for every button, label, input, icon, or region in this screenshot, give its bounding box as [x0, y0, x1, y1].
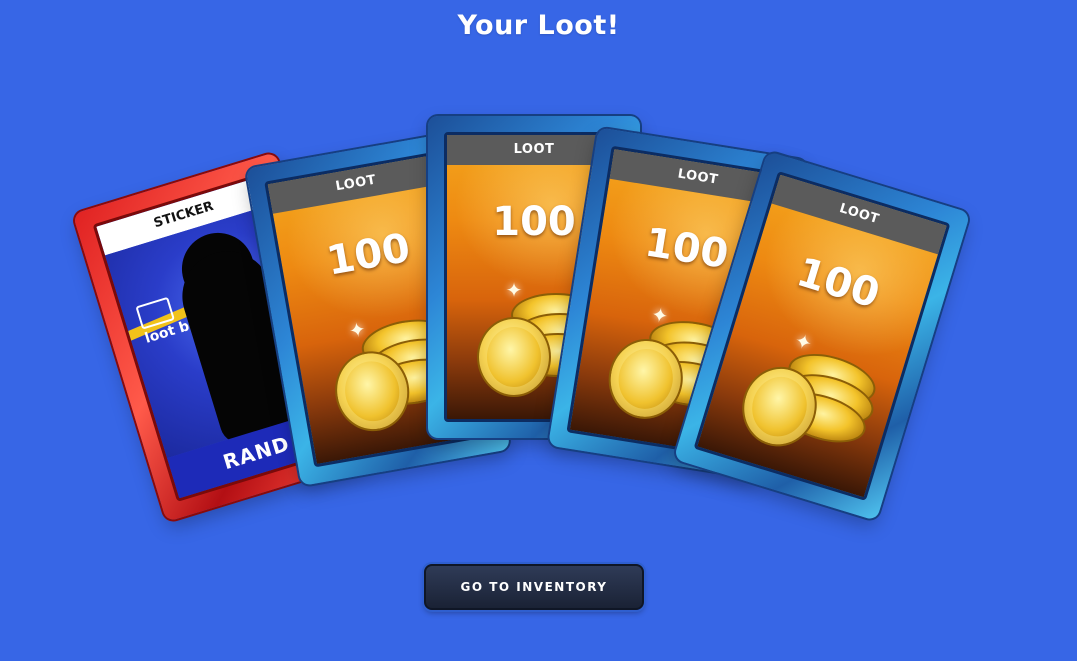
go-to-inventory-button[interactable]: GO TO INVENTORY [424, 564, 644, 610]
page-title: Your Loot! [457, 10, 620, 41]
coin-amount: 100 [791, 249, 885, 318]
sparkle-icon: ✦ [649, 302, 670, 329]
sparkle-icon: ✦ [791, 327, 816, 356]
loot-card-header: LOOT [267, 154, 445, 214]
loot-reveal-screen: Your Loot! STICKER loot boy RAND LOOT 10… [0, 0, 1077, 661]
gold-coins-icon: ✦ [731, 325, 882, 475]
sparkle-icon: ✦ [346, 316, 368, 344]
sparkle-icon: ✦ [505, 278, 523, 302]
loot-card-header: LOOT [771, 174, 947, 255]
